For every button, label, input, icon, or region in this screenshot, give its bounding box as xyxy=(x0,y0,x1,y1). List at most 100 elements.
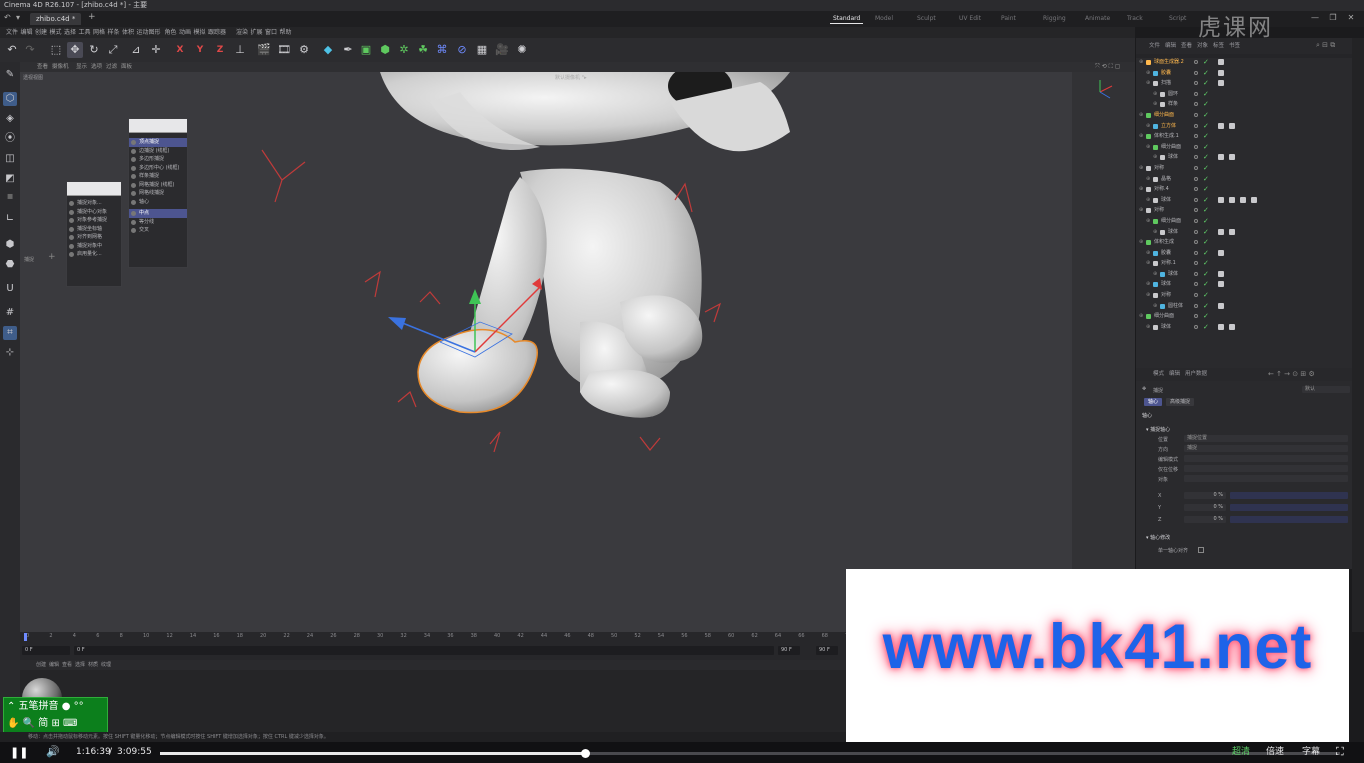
snap-mode-item[interactable]: 边捕捉 (线框) xyxy=(129,147,187,156)
expand-icon[interactable]: ⊕ xyxy=(1146,216,1150,227)
object-tag-icon[interactable] xyxy=(1218,323,1224,330)
menu-item[interactable]: 帮助 xyxy=(278,27,294,38)
object-menu-item[interactable]: 查看 xyxy=(1178,38,1195,54)
material-menu-item[interactable]: 查看 xyxy=(62,660,72,670)
enabled-check-icon[interactable]: ✓ xyxy=(1203,131,1209,142)
object-row[interactable]: ⊕ 球体 ✓ xyxy=(1136,279,1353,290)
volume-icon[interactable]: 🔊 xyxy=(46,745,60,758)
coordinate-slider[interactable] xyxy=(1230,504,1348,511)
layer-dot-icon[interactable] xyxy=(1194,229,1198,234)
attribute-mode-select[interactable]: 默认 xyxy=(1302,386,1350,393)
expand-icon[interactable]: ⊕ xyxy=(1139,163,1143,174)
layer-dot-icon[interactable] xyxy=(1194,81,1198,86)
layer-dot-icon[interactable] xyxy=(1194,197,1198,202)
expand-icon[interactable]: ⊕ xyxy=(1146,121,1150,132)
ime-mode-label[interactable]: ⌃ 五笔拼音 ● °° xyxy=(7,700,84,714)
expand-icon[interactable]: ⊕ xyxy=(1139,57,1143,68)
object-row[interactable]: ⊕ 细分曲面 ✓ xyxy=(1136,216,1353,227)
object-tag-icon[interactable] xyxy=(1218,270,1224,277)
uv-mode-icon[interactable]: ▪ xyxy=(3,190,17,204)
new-tab-icon[interactable]: + xyxy=(88,12,96,22)
fullscreen-icon[interactable]: ⛶ xyxy=(1336,745,1344,759)
object-tag-icon[interactable] xyxy=(1229,196,1235,203)
object-row[interactable]: ⊕ 晶格 ✓ xyxy=(1136,174,1353,185)
enabled-check-icon[interactable]: ✓ xyxy=(1203,142,1209,153)
layer-dot-icon[interactable] xyxy=(1194,261,1198,266)
layer-dot-icon[interactable] xyxy=(1194,240,1198,245)
speed-button[interactable]: 倍速 xyxy=(1266,746,1284,759)
pause-icon[interactable]: ❚❚ xyxy=(10,746,28,759)
layout-tab[interactable]: Standard xyxy=(830,14,864,24)
extrude-generator-icon[interactable]: ⬢ xyxy=(377,42,393,58)
enabled-check-icon[interactable]: ✓ xyxy=(1203,322,1209,333)
rotate-tool-icon[interactable]: ↻ xyxy=(86,42,102,58)
object-row[interactable]: ⊕ 球体 ✓ xyxy=(1136,269,1353,280)
edges-mode-icon[interactable]: ◫ xyxy=(3,152,17,166)
object-tag-icon[interactable] xyxy=(1229,323,1235,330)
end-frame-field[interactable]: 90 F xyxy=(778,646,800,655)
material-menu-item[interactable]: 材质 xyxy=(88,660,98,670)
snap-mode-item[interactable]: 多边形捕捉 xyxy=(129,155,187,164)
object-row[interactable]: ⊕ 球体 ✓ xyxy=(1136,322,1353,333)
camera-label[interactable]: 默认摄像机 °▸ xyxy=(555,74,587,81)
expand-icon[interactable]: ⊕ xyxy=(1153,227,1157,238)
layer-dot-icon[interactable] xyxy=(1194,144,1198,149)
enabled-check-icon[interactable]: ✓ xyxy=(1203,121,1209,132)
object-tag-icon[interactable] xyxy=(1218,80,1224,87)
object-tag-icon[interactable] xyxy=(1218,302,1224,309)
material-menu-item[interactable]: 选择 xyxy=(75,660,85,670)
spline-pen-icon[interactable]: ✒ xyxy=(340,42,356,58)
snap-mode-item[interactable]: 等分线 xyxy=(129,218,187,227)
enabled-check-icon[interactable]: ✓ xyxy=(1203,258,1209,269)
solo-mode-icon[interactable]: ⬢ xyxy=(3,238,17,252)
object-row[interactable]: ⊕ 对称.4 ✓ xyxy=(1136,184,1353,195)
magnet-icon[interactable]: U xyxy=(3,282,17,296)
object-row[interactable]: ⊕ 对称 ✓ xyxy=(1136,290,1353,301)
layer-dot-icon[interactable] xyxy=(1194,134,1198,139)
coordinate-value[interactable]: 0 % xyxy=(1184,516,1226,523)
render-view-icon[interactable]: 🎬 xyxy=(256,42,272,58)
attribute-field-input[interactable]: 捕捉位置 xyxy=(1184,435,1348,442)
object-row[interactable]: ⊕ 胶囊 ✓ xyxy=(1136,68,1353,79)
enabled-check-icon[interactable]: ✓ xyxy=(1203,78,1209,89)
light-icon[interactable]: ✺ xyxy=(514,42,530,58)
attribute-menu-item[interactable]: 编辑 xyxy=(1166,368,1183,381)
object-row[interactable]: ⊕ 立方体 ✓ xyxy=(1136,121,1353,132)
snap-mode-item[interactable]: 顶点捕捉 xyxy=(129,138,187,147)
object-search-icon[interactable]: ⌕ ⊟ ⧉ xyxy=(1316,41,1335,50)
viewport-menu-item[interactable]: 摄像机 xyxy=(49,62,72,72)
coordinate-value[interactable]: 0 % xyxy=(1184,504,1226,511)
snap-enable-icon[interactable]: ⌗ xyxy=(3,326,17,340)
expand-icon[interactable]: ⊕ xyxy=(1146,290,1150,301)
field-icon[interactable]: ⊘ xyxy=(454,42,470,58)
enabled-check-icon[interactable]: ✓ xyxy=(1203,290,1209,301)
transform-tool-icon[interactable]: ⊿ xyxy=(128,42,144,58)
polygons-mode-icon[interactable]: ◩ xyxy=(3,172,17,186)
object-row[interactable]: ⊕ 圆柱体 ✓ xyxy=(1136,301,1353,312)
object-row[interactable]: ⊕ 球体 ✓ xyxy=(1136,227,1353,238)
object-mode-icon[interactable]: ⬡ xyxy=(3,92,17,106)
object-row[interactable]: ⊕ 细分曲面 ✓ xyxy=(1136,311,1353,322)
undo-icon[interactable]: ↶ xyxy=(4,42,20,58)
enabled-check-icon[interactable]: ✓ xyxy=(1203,248,1209,259)
expand-icon[interactable]: ⊕ xyxy=(1146,195,1150,206)
expand-icon[interactable]: ⊕ xyxy=(1139,110,1143,121)
snap-mode-item[interactable]: 轴心 xyxy=(129,198,187,207)
attribute-menu-item[interactable]: 用户数据 xyxy=(1182,368,1210,381)
enabled-check-icon[interactable]: ✓ xyxy=(1203,68,1209,79)
enabled-check-icon[interactable]: ✓ xyxy=(1203,195,1209,206)
snap-menu-item[interactable]: 捕捉对象中 xyxy=(67,242,121,251)
attribute-nav-icons[interactable]: ← ↑ → ⊙ ⊞ ⚙ xyxy=(1268,370,1315,378)
object-tag-icon[interactable] xyxy=(1229,154,1235,161)
object-row[interactable]: ⊕ 样条 ✓ xyxy=(1136,99,1353,110)
pivot-modify-group[interactable]: ▾ 轴心修改 xyxy=(1146,534,1170,541)
expand-icon[interactable]: ⊕ xyxy=(1153,152,1157,163)
ime-tools[interactable]: ✋ 🔍 简 ⊞ ⌨ xyxy=(7,717,77,731)
object-tag-icon[interactable] xyxy=(1229,228,1235,235)
floor-icon[interactable]: ▦ xyxy=(474,42,490,58)
snap-menu-item[interactable]: 捕捉中心对象 xyxy=(67,208,121,217)
playhead[interactable] xyxy=(24,633,27,641)
expand-icon[interactable]: ⊕ xyxy=(1139,237,1143,248)
layer-dot-icon[interactable] xyxy=(1194,102,1198,107)
attribute-field-input[interactable]: 捕捉 xyxy=(1184,445,1348,452)
